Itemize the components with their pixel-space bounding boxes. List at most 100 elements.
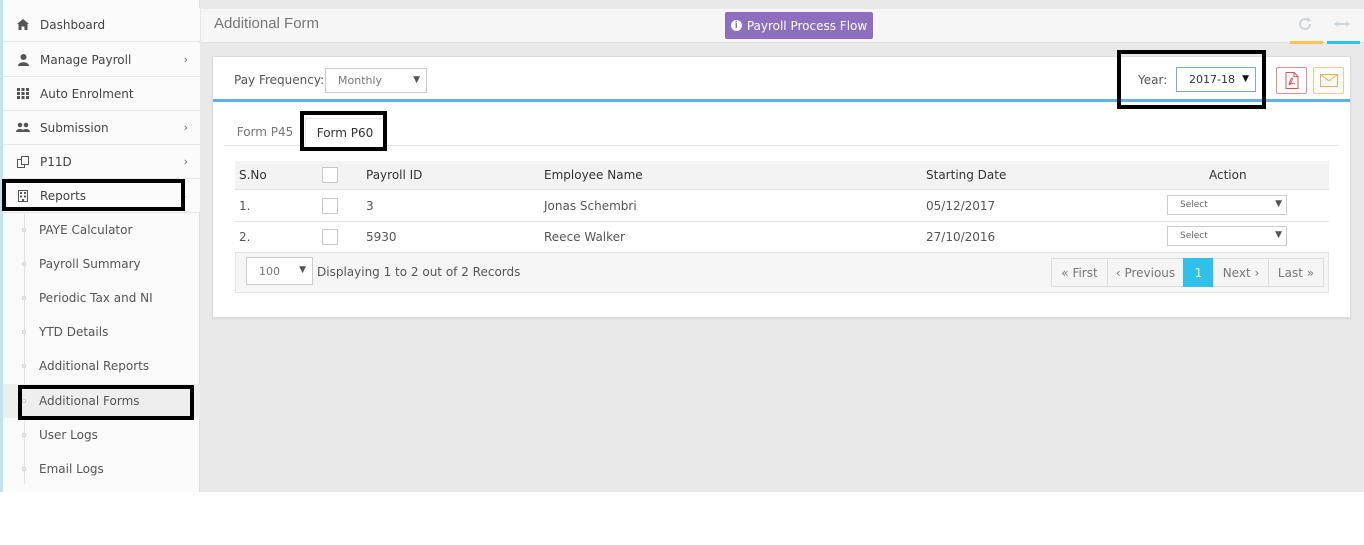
sidebar-item-label: Dashboard — [40, 17, 106, 32]
sidebar-subitem-label: Email Logs — [39, 462, 104, 476]
sidebar-subitem-paye-calculator[interactable]: PAYE Calculator — [3, 213, 200, 247]
grid-icon — [16, 88, 30, 99]
caret-down-icon: ▼ — [1275, 230, 1282, 240]
pagination-last-button[interactable]: Last » — [1268, 258, 1324, 287]
caret-down-icon: ▼ — [299, 265, 306, 275]
row-checkbox[interactable] — [322, 229, 338, 245]
tab-form-p45[interactable]: Form P45 — [225, 118, 305, 146]
pagination-first-button[interactable]: « First — [1051, 258, 1108, 287]
year-label: Year: — [1138, 73, 1168, 87]
pay-frequency-select[interactable]: Monthly ▼ — [325, 68, 427, 93]
email-button[interactable] — [1313, 67, 1344, 94]
pagination-next-button[interactable]: Next › — [1213, 258, 1269, 287]
sidebar-item-label: Reports — [40, 188, 87, 203]
users-icon — [16, 122, 30, 133]
form-tabs: Form P45 Form P60 — [225, 118, 1339, 147]
sidebar-item-reports[interactable]: Reports ⌄ — [3, 179, 200, 213]
sidebar-subitem-label: YTD Details — [39, 325, 109, 339]
sidebar-item-auto-enrolment[interactable]: Auto Enrolment — [3, 77, 200, 111]
pay-frequency-label: Pay Frequency: — [234, 73, 325, 87]
filter-bar: Pay Frequency: Monthly ▼ Year: 2017-18 ▼ — [213, 57, 1350, 102]
pay-frequency-value: Monthly — [338, 74, 383, 87]
chevron-right-icon: › — [183, 53, 188, 66]
sidebar-subitem-email-logs[interactable]: Email Logs — [3, 452, 200, 486]
sidebar-subitem-label: Periodic Tax and NI — [39, 291, 153, 305]
sidebar: Dashboard Manage Payroll › Auto Enrolmen… — [0, 0, 200, 492]
sidebar-subitem-additional-reports[interactable]: Additional Reports — [3, 349, 200, 383]
cell-payroll-id: 5930 — [366, 230, 397, 244]
sidebar-item-submission[interactable]: Submission › — [3, 111, 200, 145]
cell-payroll-id: 3 — [366, 199, 374, 213]
header-action: Action — [1209, 168, 1247, 182]
pagination-previous-button[interactable]: ‹ Previous — [1107, 258, 1184, 287]
sidebar-subitem-user-logs[interactable]: User Logs — [3, 418, 200, 452]
bullet-icon — [22, 433, 26, 437]
row-checkbox-cell — [322, 222, 338, 252]
sidebar-item-label: P11D — [40, 154, 72, 169]
pdf-export-button[interactable] — [1276, 67, 1307, 94]
sidebar-subitem-ytd-details[interactable]: YTD Details — [3, 315, 200, 349]
table-row: 2. 5930 Reece Walker 27/10/2016 Select ▼ — [235, 222, 1329, 253]
select-all-checkbox-cell — [322, 161, 338, 189]
tab-form-p60[interactable]: Form P60 — [305, 118, 385, 147]
info-icon: i — [730, 20, 742, 31]
caret-down-icon: ▼ — [1275, 199, 1282, 209]
tab-label: Form P60 — [316, 125, 374, 140]
home-icon — [16, 19, 30, 30]
select-all-checkbox[interactable] — [322, 167, 338, 183]
pdf-icon — [1285, 72, 1298, 89]
sidebar-item-dashboard[interactable]: Dashboard — [3, 8, 200, 42]
sidebar-item-label: Manage Payroll — [40, 52, 132, 67]
refresh-icon[interactable] — [1298, 17, 1312, 35]
sidebar-subitem-label: Additional Forms — [39, 394, 140, 408]
chevron-right-icon: › — [183, 155, 188, 168]
caret-down-icon: ▼ — [413, 75, 420, 85]
sidebar-subitem-periodic-tax[interactable]: Periodic Tax and NI — [3, 281, 200, 315]
cell-sno: 2. — [239, 230, 251, 244]
sidebar-item-p11d[interactable]: P11D › — [3, 145, 200, 179]
records-summary: Displaying 1 to 2 out of 2 Records — [317, 265, 521, 279]
cell-starting-date: 05/12/2017 — [926, 199, 996, 213]
bullet-icon — [22, 228, 26, 232]
row-checkbox[interactable] — [322, 198, 338, 214]
copy-icon — [16, 155, 30, 168]
bullet-icon — [22, 399, 26, 403]
sidebar-subitem-label: User Logs — [39, 428, 98, 442]
user-icon — [16, 53, 30, 66]
app-root: Dashboard Manage Payroll › Auto Enrolmen… — [0, 0, 1364, 492]
bullet-icon — [22, 330, 26, 334]
pagination-bar: 100 ▼ Displaying 1 to 2 out of 2 Records… — [235, 252, 1329, 293]
sidebar-subitem-additional-forms[interactable]: Additional Forms — [3, 384, 200, 418]
year-value: 2017-18 — [1189, 73, 1235, 86]
accent-bar-blue — [1327, 41, 1360, 44]
arrows-icon[interactable] — [1334, 17, 1350, 35]
row-action-select[interactable]: Select ▼ — [1167, 195, 1287, 215]
page-size-select[interactable]: 100 ▼ — [246, 257, 313, 285]
payroll-process-flow-button[interactable]: i Payroll Process Flow — [725, 12, 873, 39]
row-action-value: Select — [1180, 231, 1208, 241]
payroll-process-flow-label: Payroll Process Flow — [746, 18, 868, 33]
accent-bar-yellow — [1290, 41, 1323, 44]
year-select[interactable]: 2017-18 ▼ — [1176, 67, 1256, 92]
cell-employee-name: Reece Walker — [544, 230, 625, 244]
cell-sno: 1. — [239, 199, 251, 213]
header-payroll-id: Payroll ID — [366, 168, 423, 182]
sidebar-subitem-payroll-summary[interactable]: Payroll Summary — [3, 247, 200, 281]
pagination-page-1[interactable]: 1 — [1183, 258, 1214, 287]
bullet-icon — [22, 364, 26, 368]
sidebar-item-manage-payroll[interactable]: Manage Payroll › — [3, 43, 200, 77]
cell-employee-name: Jonas Schembri — [544, 199, 637, 213]
building-icon — [16, 189, 30, 202]
sidebar-subitem-label: Payroll Summary — [39, 257, 141, 271]
sidebar-item-label: Auto Enrolment — [40, 86, 134, 101]
sidebar-subitem-label: Additional Reports — [39, 359, 150, 373]
tab-label: Form P45 — [236, 125, 294, 139]
chevron-down-icon: ⌄ — [178, 189, 188, 202]
top-bar: Additional Form i Payroll Process Flow — [201, 9, 1364, 44]
page-title: Additional Form — [214, 15, 320, 32]
row-action-select[interactable]: Select ▼ — [1167, 226, 1287, 246]
chevron-right-icon: › — [183, 121, 188, 134]
page-size-value: 100 — [259, 264, 280, 278]
caret-down-icon: ▼ — [1242, 74, 1249, 84]
sidebar-item-label: Submission — [40, 120, 109, 135]
